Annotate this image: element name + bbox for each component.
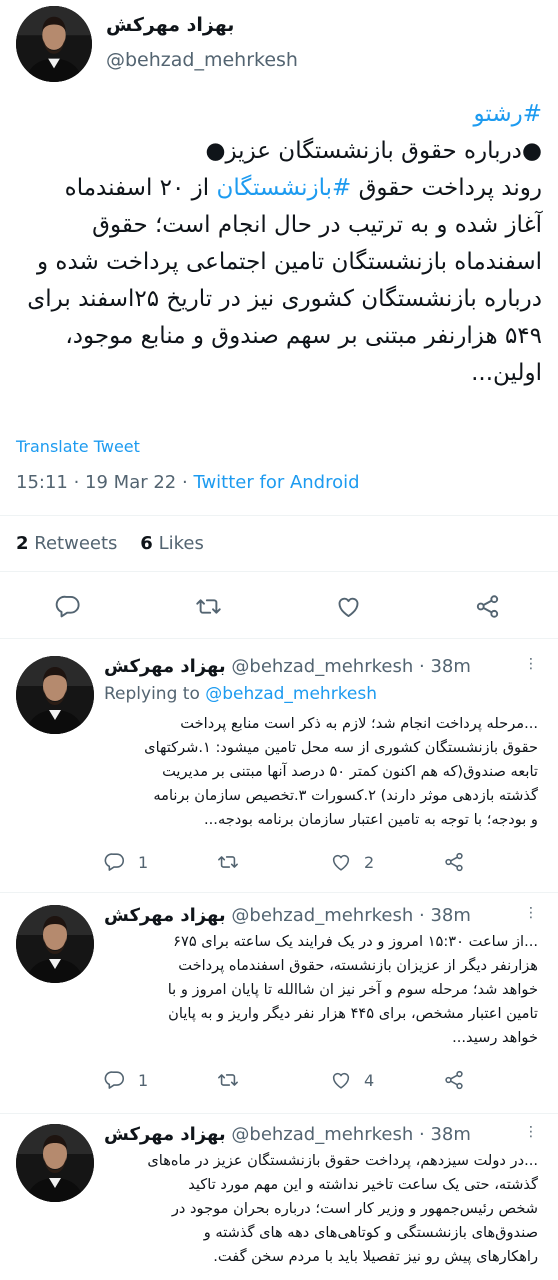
divider: [0, 892, 558, 893]
heart-icon: [330, 851, 352, 873]
reply-author-name[interactable]: بهزاد مهرکش: [104, 656, 226, 677]
divider: [0, 638, 558, 639]
reply-header: بهزاد مهرکش @behzad_mehrkesh · 38m: [104, 656, 471, 677]
retweet-icon: [217, 1069, 239, 1091]
reply-avatar[interactable]: [16, 656, 94, 734]
share-icon: [443, 1069, 465, 1091]
reply-text: ...مرحله پرداخت انجام شد؛ لازم به ذکر اس…: [144, 715, 538, 828]
retweet-icon: [195, 593, 222, 620]
retweet-button[interactable]: [217, 1065, 239, 1095]
retweet-button[interactable]: [217, 847, 239, 877]
retweet-icon: [217, 851, 239, 873]
like-count: 4: [364, 1070, 375, 1090]
tweet-time: 15:11: [16, 472, 68, 493]
tweet-source[interactable]: Twitter for Android: [193, 472, 359, 493]
retweet-button[interactable]: [188, 586, 228, 626]
tweet-line: درباره بازنشستگان کشوری نیز در تاریخ ۲۵ا…: [27, 286, 542, 312]
reply-count: 1: [138, 852, 149, 872]
share-button[interactable]: [443, 1065, 465, 1095]
tweet-text: #رشتو ●درباره حقوق بازنشستگان عزیز● روند…: [16, 96, 542, 392]
tweet-date: 19 Mar 22: [85, 472, 177, 493]
comment-icon: [55, 593, 82, 620]
hashtag-link[interactable]: #رشتو: [474, 101, 542, 127]
reply-actions: 1 4: [104, 1065, 538, 1095]
comment-icon: [104, 1069, 126, 1091]
reply-button[interactable]: [48, 586, 88, 626]
reply-header: بهزاد مهرکش @behzad_mehrkesh · 38m: [104, 905, 471, 926]
reply-avatar[interactable]: [16, 905, 94, 983]
comment-icon: [104, 851, 126, 873]
author-name[interactable]: بهزاد مهرکش: [106, 14, 234, 36]
hashtag-link[interactable]: #بازنشستگان: [217, 175, 352, 201]
reply-tweet[interactable]: بهزاد مهرکش @behzad_mehrkesh · 38m ⋮ ...…: [0, 1124, 558, 1280]
reply-author-name[interactable]: بهزاد مهرکش: [104, 905, 226, 926]
tweet-line: اسفندماه بازنشستگان تامین اجتماعی پرداخت…: [36, 249, 542, 275]
reply-text: ...از ساعت ۱۵:۳۰ امروز و در یک فرایند یک…: [167, 933, 538, 1046]
reply-tweet[interactable]: بهزاد مهرکش @behzad_mehrkesh · 38m ⋮ ...…: [0, 905, 558, 1113]
main-tweet: بهزاد مهرکش @behzad_mehrkesh #رشتو ●دربا…: [0, 0, 558, 640]
share-icon: [443, 851, 465, 873]
reply-author-handle[interactable]: @behzad_mehrkesh: [231, 656, 413, 677]
reply-count: 1: [138, 1070, 149, 1090]
reply-age: 38m: [430, 905, 471, 926]
reply-author-name[interactable]: بهزاد مهرکش: [104, 1124, 226, 1145]
like-button[interactable]: 2: [330, 847, 374, 877]
tweet-stats: 2 Retweets 6 Likes: [16, 533, 204, 554]
tweet-line: آغاز شده و به ترتیب در حال انجام است؛ حق…: [92, 212, 542, 238]
author-handle[interactable]: @behzad_mehrkesh: [106, 49, 298, 71]
replying-to-handle[interactable]: @behzad_mehrkesh: [205, 684, 377, 704]
reply-actions: 1 2: [104, 847, 538, 877]
more-dots-icon[interactable]: ⋮: [524, 1124, 538, 1140]
like-button[interactable]: 4: [330, 1065, 374, 1095]
translate-tweet-link[interactable]: Translate Tweet: [16, 437, 140, 456]
divider: [0, 515, 558, 516]
reply-author-handle[interactable]: @behzad_mehrkesh: [231, 1124, 413, 1145]
reply-age: 38m: [430, 1124, 471, 1145]
like-count: 2: [364, 852, 375, 872]
like-button[interactable]: [328, 586, 368, 626]
heart-icon: [335, 593, 362, 620]
reply-tweet[interactable]: بهزاد مهرکش @behzad_mehrkesh · 38m ⋮ Rep…: [0, 656, 558, 892]
reply-header: بهزاد مهرکش @behzad_mehrkesh · 38m: [104, 1124, 471, 1145]
reply-button[interactable]: 1: [104, 1065, 148, 1095]
reply-avatar[interactable]: [16, 1124, 94, 1202]
reply-text: ...در دولت سیزدهم، پرداخت حقوق بازنشستگا…: [147, 1152, 538, 1265]
share-button[interactable]: [467, 586, 507, 626]
likes-stat[interactable]: 6 Likes: [140, 533, 204, 554]
tweet-actions: [0, 586, 558, 626]
reply-age: 38m: [430, 656, 471, 677]
tweet-line: روند پرداخت حقوق #بازنشستگان از ۲۰ اسفند…: [64, 175, 542, 201]
tweet-line: ●درباره حقوق بازنشستگان عزیز●: [205, 138, 542, 164]
more-dots-icon[interactable]: ⋮: [524, 905, 538, 921]
retweets-stat[interactable]: 2 Retweets: [16, 533, 117, 554]
author-avatar[interactable]: [16, 6, 92, 82]
divider: [0, 1113, 558, 1114]
reply-author-handle[interactable]: @behzad_mehrkesh: [231, 905, 413, 926]
replying-to: Replying to @behzad_mehrkesh: [104, 684, 378, 704]
tweet-line: ۵۴۹ هزارنفر مبتنی بر سهم صندوق و منابع م…: [65, 323, 542, 349]
reply-button[interactable]: 1: [104, 847, 148, 877]
tweet-metadata: 15:11 · 19 Mar 22 · Twitter for Android: [16, 472, 360, 493]
more-dots-icon[interactable]: ⋮: [524, 656, 538, 672]
share-icon: [474, 593, 501, 620]
heart-icon: [330, 1069, 352, 1091]
divider: [0, 571, 558, 572]
tweet-line: اولین...: [471, 360, 542, 386]
share-button[interactable]: [443, 847, 465, 877]
